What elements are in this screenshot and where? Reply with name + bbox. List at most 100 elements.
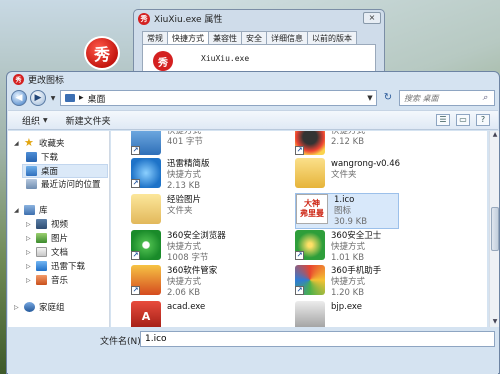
expand-triangle-icon[interactable]: ▷ [26, 221, 32, 228]
search-box[interactable]: ⌕ [399, 90, 495, 106]
forward-button[interactable]: ▶ [30, 90, 46, 106]
nav-label: 收藏夹 [39, 139, 65, 149]
file-name: bjp.exe [331, 302, 362, 312]
scroll-thumb[interactable] [491, 207, 499, 251]
expand-triangle-icon[interactable]: ◢ [14, 140, 20, 147]
file-name: 经验图片 [167, 195, 202, 205]
nav-thunder-downloads[interactable]: ▷ 迅雷下载 [26, 260, 85, 272]
tab-shortcut[interactable]: 快捷方式 [167, 31, 209, 45]
back-button[interactable]: ◀ [11, 90, 27, 106]
nav-favorites[interactable]: ◢ ★ 收藏夹 [14, 137, 65, 149]
homegroup-icon [24, 302, 35, 312]
nav-label: 迅雷下载 [51, 262, 86, 272]
file-size: 1.01 KB [331, 253, 365, 263]
new-folder-label: 新建文件夹 [65, 116, 111, 127]
nav-music[interactable]: ▷ 音乐 [26, 274, 68, 286]
file-type: 快捷方式 [167, 170, 202, 180]
list-item[interactable]: ↗ 快捷方式 401 字节 [131, 131, 291, 159]
autocad-icon: A [131, 301, 161, 327]
properties-titlebar: 秀 XiuXiu.exe 属性 [134, 10, 384, 27]
nav-pictures[interactable]: ▷ 图片 [26, 232, 68, 244]
nav-homegroup[interactable]: ▷ 家庭组 [14, 301, 65, 313]
chevron-right-icon[interactable]: ▸ [79, 93, 84, 103]
list-item[interactable]: wangrong-v0.46 文件夹 [295, 158, 455, 192]
history-dropdown[interactable]: ▼ [49, 95, 57, 102]
organize-button[interactable]: 组织 ▼ [22, 114, 48, 127]
breadcrumb[interactable]: 桌面 [88, 92, 106, 105]
file-size: 1008 字节 [167, 253, 209, 263]
scroll-up-icon[interactable]: ▲ [490, 131, 500, 140]
expand-triangle-icon[interactable]: ▷ [26, 249, 32, 256]
nav-label: 最近访问的位置 [41, 180, 101, 190]
view-tools: ☰ ▭ ? [436, 114, 498, 126]
search-icon[interactable]: ⌕ [480, 93, 490, 103]
file-size: 1.20 KB [331, 288, 365, 298]
properties-tabs: 常规 快捷方式 兼容性 安全 详细信息 以前的版本 [134, 31, 384, 45]
scroll-down-icon[interactable]: ▼ [490, 318, 500, 327]
chevron-down-icon[interactable]: ▼ [364, 94, 376, 102]
tab-compatibility[interactable]: 兼容性 [208, 31, 242, 44]
list-item[interactable]: A acad.exe [131, 301, 291, 327]
preview-pane-icon[interactable]: ▭ [456, 114, 470, 126]
file-type: 图标 [334, 206, 352, 216]
nav-label: 文档 [51, 248, 69, 258]
documents-library-icon [36, 247, 47, 257]
view-options-icon[interactable]: ☰ [436, 114, 450, 126]
address-row: ◀ ▶ ▼ ▸ 桌面 ▼ ↻ ⌕ [11, 89, 495, 107]
tab-details[interactable]: 详细信息 [266, 31, 308, 44]
list-item[interactable]: ↗ 360安全卫士 快捷方式 1.01 KB [295, 230, 455, 264]
list-item[interactable]: bjp.exe [295, 301, 455, 327]
close-icon[interactable]: × [363, 12, 381, 24]
arrow-right-icon: ▶ [34, 93, 42, 103]
nav-label: 库 [39, 206, 48, 216]
xiuxiu-desktop-icon[interactable]: 秀 [84, 36, 120, 70]
navigation-pane: ◢ ★ 收藏夹 下载 桌面 最近访问的位置 ◢ 库 ▷ 视频 ▷ 图片 ▷ 文档… [8, 131, 110, 327]
expand-triangle-icon[interactable]: ▷ [14, 304, 20, 311]
list-item[interactable]: ↗ 360安全浏览器 快捷方式 1008 字节 [131, 230, 291, 264]
expand-triangle-icon[interactable]: ▷ [26, 277, 32, 284]
expand-triangle-icon[interactable]: ▷ [26, 235, 32, 242]
file-size: 30.9 KB [334, 217, 368, 227]
nav-desktop[interactable]: 桌面 [22, 164, 108, 178]
properties-filename: XiuXiu.exe [201, 54, 250, 63]
nav-label: 桌面 [41, 167, 59, 177]
help-icon[interactable]: ? [476, 114, 490, 126]
shortcut-arrow-icon: ↗ [295, 251, 304, 260]
arrow-left-icon: ◀ [15, 93, 23, 103]
file-type: 文件夹 [331, 170, 357, 180]
tab-previous-versions[interactable]: 以前的版本 [307, 31, 357, 44]
file-list: ↗ 快捷方式 401 字节 ↗ 快捷方式 2.12 KB ↗ 迅雷精简版 快捷方式 2.… [111, 131, 487, 327]
nav-libraries[interactable]: ◢ 库 [14, 204, 48, 216]
nav-label: 视频 [51, 220, 69, 230]
library-icon [24, 205, 35, 215]
folder-icon [131, 194, 161, 224]
thunder-bird-icon: ↗ [131, 158, 161, 188]
nav-documents[interactable]: ▷ 文档 [26, 246, 68, 258]
toolbar: 组织 ▼ 新建文件夹 ☰ ▭ ? [8, 110, 498, 130]
folder-icon [295, 158, 325, 188]
expand-triangle-icon[interactable]: ▷ [26, 263, 32, 270]
list-item[interactable]: ↗ 迅雷精简版 快捷方式 2.13 KB [131, 158, 291, 192]
new-folder-button[interactable]: 新建文件夹 [66, 114, 111, 127]
shortcut-app-icon: ↗ [131, 131, 161, 155]
list-item[interactable]: ↗ 360手机助手 快捷方式 1.20 KB [295, 265, 455, 299]
file-name: 1.ico [334, 195, 355, 205]
refresh-button[interactable]: ↻ [380, 90, 396, 106]
list-item[interactable]: 经验图片 文件夹 [131, 194, 291, 228]
tab-security[interactable]: 安全 [241, 31, 267, 44]
vertical-scrollbar[interactable]: ▲ ▼ [489, 131, 499, 327]
nav-downloads[interactable]: 下载 [26, 151, 58, 163]
tab-general[interactable]: 常规 [142, 31, 168, 44]
list-item[interactable]: ↗ 360软件管家 快捷方式 2.06 KB [131, 265, 291, 299]
nav-recent-places[interactable]: 最近访问的位置 [26, 178, 101, 190]
expand-triangle-icon[interactable]: ◢ [14, 207, 20, 214]
360-software-manager-icon: ↗ [131, 265, 161, 295]
search-input[interactable] [404, 93, 480, 103]
filename-input[interactable] [140, 331, 495, 347]
shortcut-arrow-icon: ↗ [131, 286, 140, 295]
list-item[interactable]: ↗ 快捷方式 2.12 KB [295, 131, 455, 159]
address-bar[interactable]: ▸ 桌面 ▼ [60, 90, 377, 106]
list-item-selected[interactable]: 大神 弗里曼 1.ico 图标 30.9 KB [295, 193, 399, 229]
nav-videos[interactable]: ▷ 视频 [26, 218, 68, 230]
file-name: 360软件管家 [167, 266, 218, 276]
